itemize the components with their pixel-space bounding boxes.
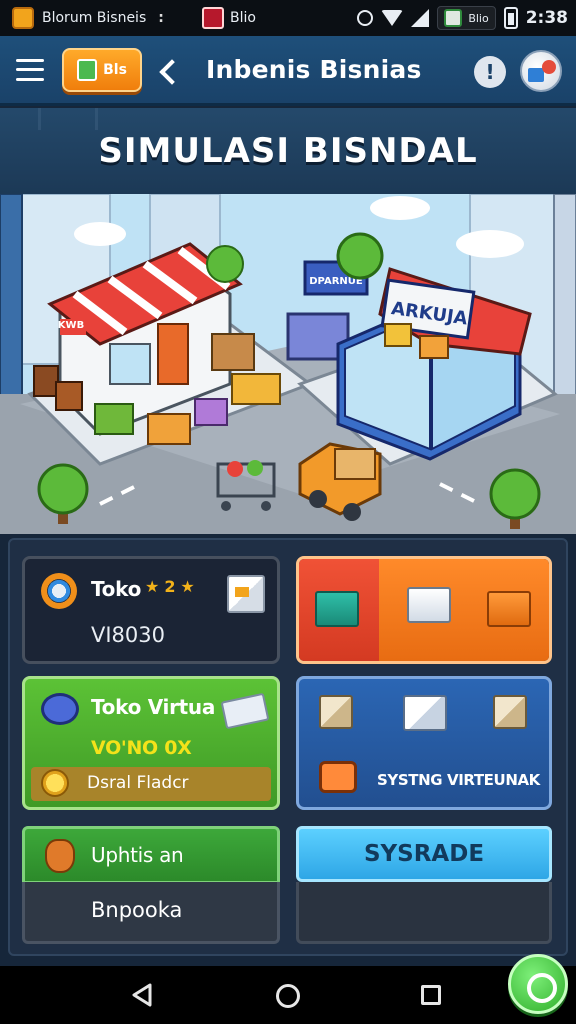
inventory-card[interactable]: [296, 556, 552, 664]
toko-virtua-title: Toko Virtua: [91, 695, 216, 719]
toko-stars: ★ 2 ★: [145, 577, 195, 596]
coin-icon: [41, 769, 69, 797]
left-shop-sign-text: KWB: [58, 320, 84, 331]
white-box-icon: [403, 695, 447, 731]
status-bar: Blorum Bisneis : Blio Blio 2:38: [0, 0, 576, 36]
gear-icon: [41, 573, 77, 609]
store-icon: [77, 58, 98, 81]
info-icon[interactable]: !: [474, 56, 506, 88]
status-app: Blorum Bisneis :: [0, 7, 190, 29]
store-chip-button[interactable]: Bls: [62, 47, 142, 92]
status-right: Blio 2:38: [357, 0, 568, 36]
chat-fab-icon[interactable]: [508, 954, 568, 1014]
game-screen: Blorum Bisneis : Blio Blio 2:38 Bls Inbe…: [0, 0, 576, 1024]
orange-crate-icon: [487, 591, 531, 627]
cardboard-box-icon-2: [493, 695, 527, 729]
navigation-bar: [0, 966, 576, 1024]
sysrade-card-body: [296, 882, 552, 944]
red-app-icon: [202, 7, 224, 29]
top-app-bar: Bls Inbenis Bisnias !: [0, 36, 576, 106]
status-item-label: Blio: [230, 10, 256, 26]
nav-back-icon[interactable]: [130, 982, 154, 1008]
profile-avatar[interactable]: [520, 50, 562, 92]
systems-label: SYSTNG VIRTEUNAK: [377, 771, 540, 789]
status-notification-left: Blio: [202, 7, 256, 29]
cardboard-box-icon: [319, 695, 353, 729]
toko-title: Toko: [91, 577, 142, 601]
systems-card[interactable]: SYSTNG VIRTEUNAK: [296, 676, 552, 810]
back-arrow-icon[interactable]: [160, 57, 186, 83]
status-menu-dots: :: [158, 10, 164, 26]
game-title: SIMULASI BISNDAL: [98, 131, 478, 171]
sysrade-button[interactable]: SYSRADE: [296, 826, 552, 882]
title-banner: SIMULASI BISNDAL: [0, 108, 576, 194]
tag-icon: [220, 692, 270, 730]
store-chip-label: Bls: [103, 61, 127, 78]
teal-crate-icon: [315, 591, 359, 627]
notification-chip: Blio: [437, 6, 496, 30]
banner-rail-decoration: [38, 108, 98, 130]
nav-home-icon[interactable]: [276, 984, 300, 1008]
update-title: Uphtis an: [91, 843, 184, 867]
inventory-right-panel: [379, 559, 549, 661]
hamburger-menu-icon[interactable]: [16, 58, 44, 81]
toko-value: VI8030: [91, 623, 166, 647]
toko-virtua-bar-label: Dsral Fladcr: [87, 773, 189, 793]
alarm-icon: [357, 10, 374, 26]
city-scene[interactable]: DPARNUE ARKUJA KWB: [0, 194, 576, 534]
status-time: 2:38: [525, 8, 568, 28]
update-card[interactable]: Uphtis an: [22, 826, 280, 884]
app-title: Inbenis Bisnias: [206, 55, 422, 84]
toko-card[interactable]: Toko ★ 2 ★ VI8030: [22, 556, 280, 664]
inventory-left-panel: [299, 559, 379, 661]
basket-icon: [319, 761, 357, 793]
battery-icon: [503, 7, 518, 29]
toko-virtua-card[interactable]: Toko Virtua VO'NO 0X Dsral Fladcr: [22, 676, 280, 810]
package-icon: [227, 575, 265, 613]
white-box-icon: [407, 587, 451, 623]
message-icon: [444, 9, 463, 27]
wifi-icon: [381, 10, 404, 26]
money-bag-icon: [45, 839, 75, 873]
nav-recents-icon[interactable]: [421, 985, 441, 1005]
app-icon: [12, 7, 34, 29]
scene-illustration: DPARNUE ARKUJA KWB: [0, 194, 576, 534]
toko-virtua-subbar[interactable]: Dsral Fladcr: [31, 767, 271, 801]
status-app-name: Blorum Bisneis: [42, 10, 147, 26]
update-subtitle: Bnpooka: [91, 898, 183, 922]
update-card-body[interactable]: Bnpooka: [22, 882, 280, 944]
pot-icon: [41, 693, 79, 725]
signal-icon: [411, 9, 430, 27]
notification-label: Blio: [468, 11, 489, 25]
toko-virtua-subtitle: VO'NO 0X: [91, 737, 192, 759]
